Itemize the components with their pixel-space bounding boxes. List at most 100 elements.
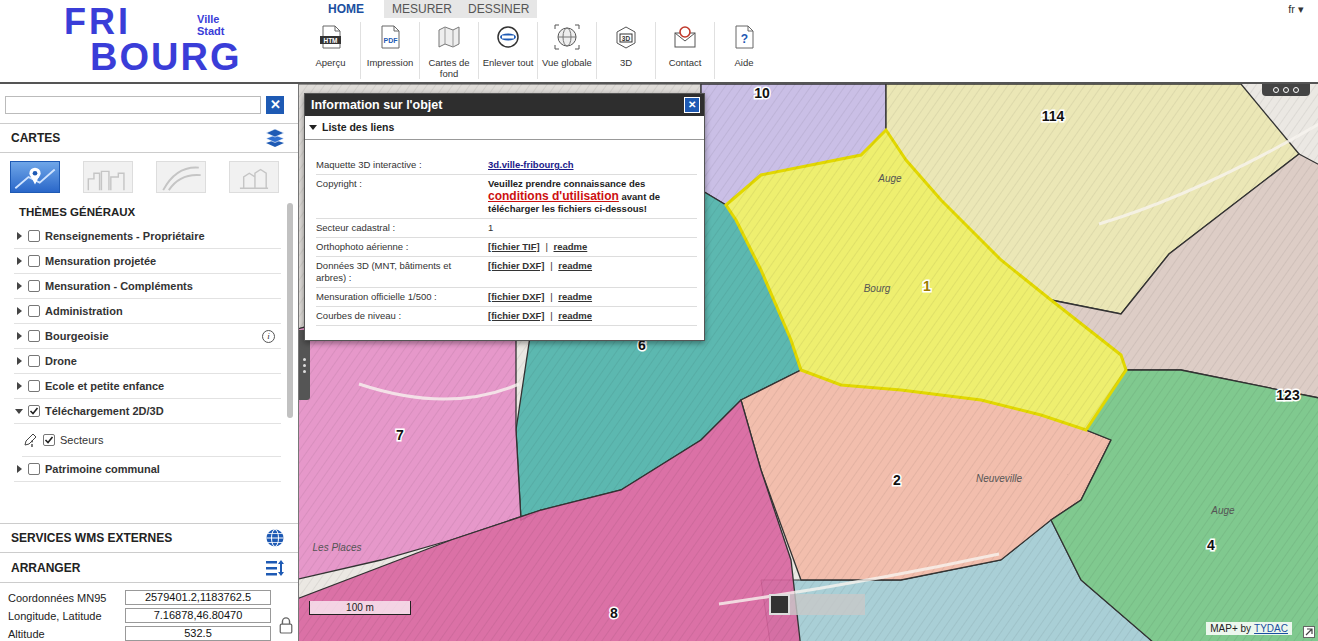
basemap-switcher[interactable] [769, 594, 865, 615]
expand-icon[interactable] [1303, 626, 1315, 638]
expand-arrow-icon[interactable] [17, 282, 22, 290]
map-application: FRI VilleStadt BOURG HOMEMESURERDESSINER… [0, 0, 1318, 641]
popup-header[interactable]: Information sur l'objet ✕ [305, 94, 704, 116]
file-link[interactable]: [fichier DXF] [488, 291, 544, 302]
theme-item[interactable]: Renseignements - Propriétaire [14, 224, 281, 249]
readme-link[interactable]: readme [558, 310, 592, 321]
theme-item[interactable]: Mensuration - Compléments [14, 274, 281, 299]
toolbar-button[interactable]: 3D 3D [596, 22, 655, 79]
city-thumbnail-icon [84, 162, 132, 192]
basemap-option[interactable] [790, 594, 865, 615]
toolbar-button[interactable]: PDF Impression [360, 22, 419, 79]
toolbar-button[interactable]: Enlever tout [478, 22, 537, 79]
lock-icon[interactable] [278, 616, 294, 634]
sector-number[interactable]: 7 [396, 427, 404, 443]
theme-item[interactable]: Patrimoine communal [14, 457, 281, 482]
scrollbar[interactable] [287, 203, 293, 523]
search-input[interactable] [5, 96, 261, 114]
toolbar-button[interactable]: HTM Aperçu [301, 22, 360, 79]
theme-item[interactable]: Téléchargement 2D/3D [14, 399, 281, 424]
toolbar-button[interactable]: Cartes de fond [419, 22, 478, 79]
sector-number[interactable]: 2 [893, 472, 901, 488]
expand-arrow-icon[interactable] [17, 357, 22, 365]
place-name: Auge [1210, 505, 1235, 516]
info-popup[interactable]: Information sur l'objet ✕ Liste des lien… [304, 93, 705, 341]
language-select[interactable]: fr ▾ [1274, 0, 1318, 19]
sector-number[interactable]: 1 [923, 278, 931, 294]
toolbar-button[interactable]: Contact [655, 22, 714, 79]
readme-link[interactable]: readme [553, 241, 587, 252]
theme-sublayer[interactable]: Secteurs [22, 424, 281, 457]
credit-link[interactable]: TYDAC [1254, 623, 1288, 634]
place-name: Auge [877, 173, 902, 184]
edit-info-icon[interactable] [22, 432, 38, 448]
theme-checkbox[interactable] [28, 355, 40, 367]
place-name: Neuveville [976, 473, 1023, 484]
theme-item[interactable]: Mensuration projetée [14, 249, 281, 274]
main-area: ✕ CARTES THÈMES GÉNÉRAUX Renseignements … [0, 84, 1318, 641]
map-thumbnail[interactable] [156, 161, 206, 193]
toolbar-button[interactable]: Vue globale [537, 22, 596, 79]
theme-checkbox[interactable] [28, 230, 40, 242]
file-link[interactable]: [fichier DXF] [488, 310, 544, 321]
wms-header[interactable]: SERVICES WMS EXTERNES [0, 523, 298, 553]
basemap-option[interactable] [769, 594, 790, 615]
sector-number[interactable]: 4 [1207, 537, 1215, 553]
close-button[interactable]: ✕ [684, 97, 700, 113]
theme-checkbox[interactable] [28, 380, 40, 392]
popup-section-toggle[interactable]: Liste des liens [305, 116, 704, 140]
clear-search-button[interactable]: ✕ [266, 96, 284, 114]
arranger-header[interactable]: ARRANGER [0, 553, 298, 583]
file-link[interactable]: [fichier TIF] [488, 241, 540, 252]
tab[interactable]: HOME [308, 0, 384, 18]
tab[interactable]: DESSINER [460, 0, 537, 18]
terms-link[interactable]: conditions d'utilisation [488, 189, 619, 203]
sector-number[interactable]: 123 [1276, 387, 1300, 403]
expand-arrow-icon[interactable] [15, 409, 23, 414]
expand-arrow-icon[interactable] [17, 232, 22, 240]
expand-arrow-icon[interactable] [17, 332, 22, 340]
theme-checkbox[interactable] [28, 305, 40, 317]
info-button[interactable]: i [262, 330, 275, 343]
theme-checkbox[interactable] [28, 405, 40, 417]
expand-arrow-icon[interactable] [17, 257, 22, 265]
sublayer-checkbox[interactable] [43, 434, 55, 446]
theme-checkbox[interactable] [28, 330, 40, 342]
theme-item[interactable]: Administration [14, 299, 281, 324]
theme-item[interactable]: Bourgeoisie i [14, 324, 281, 349]
readme-link[interactable]: readme [558, 260, 592, 271]
file-link[interactable]: [fichier DXF] [488, 260, 544, 271]
theme-checkbox[interactable] [28, 255, 40, 267]
toolbar-button[interactable]: ? Aide [714, 22, 773, 79]
coordinate-label: Longitude, Latitude [8, 610, 125, 622]
link-list: Maquette 3D interactive : 3d.ville-fribo… [305, 140, 704, 340]
expand-arrow-icon[interactable] [17, 307, 22, 315]
expand-arrow-icon[interactable] [17, 382, 22, 390]
sector-number[interactable]: 114 [1042, 108, 1065, 124]
sector-number[interactable]: 8 [610, 605, 618, 621]
model-link[interactable]: 3d.ville-fribourg.ch [488, 159, 574, 170]
theme-item[interactable]: Ecole et petite enfance [14, 374, 281, 399]
map[interactable]: AugeBourgNeuvevilleAugeLes Places1011416… [298, 84, 1318, 641]
theme-item[interactable]: Drone [14, 349, 281, 374]
expand-arrow-icon[interactable] [17, 465, 22, 473]
map-thumbnail[interactable] [229, 161, 279, 193]
logo-subtitle: VilleStadt [197, 13, 225, 37]
scrollbar-thumb[interactable] [287, 203, 293, 418]
logo[interactable]: FRI VilleStadt BOURG [0, 0, 298, 82]
map-menu-button[interactable] [1262, 84, 1310, 96]
coordinate-field[interactable]: 7.16878,46.80470 [125, 608, 271, 623]
blocks-thumbnail-icon [230, 162, 278, 192]
sector-number[interactable]: 10 [754, 85, 770, 101]
cartes-header[interactable]: CARTES [0, 123, 298, 153]
coordinate-field[interactable]: 2579401.2,1183762.5 [125, 590, 271, 605]
coordinate-field[interactable]: 532.5 [125, 626, 271, 641]
mail-icon [672, 24, 698, 50]
tab[interactable]: MESURER [384, 0, 460, 18]
link-row: Données 3D (MNT, bâtiments et arbres) : … [316, 257, 697, 288]
map-thumbnail[interactable] [83, 161, 133, 193]
readme-link[interactable]: readme [558, 291, 592, 302]
map-thumbnail[interactable] [10, 161, 60, 193]
theme-checkbox[interactable] [28, 280, 40, 292]
theme-checkbox[interactable] [28, 463, 40, 475]
